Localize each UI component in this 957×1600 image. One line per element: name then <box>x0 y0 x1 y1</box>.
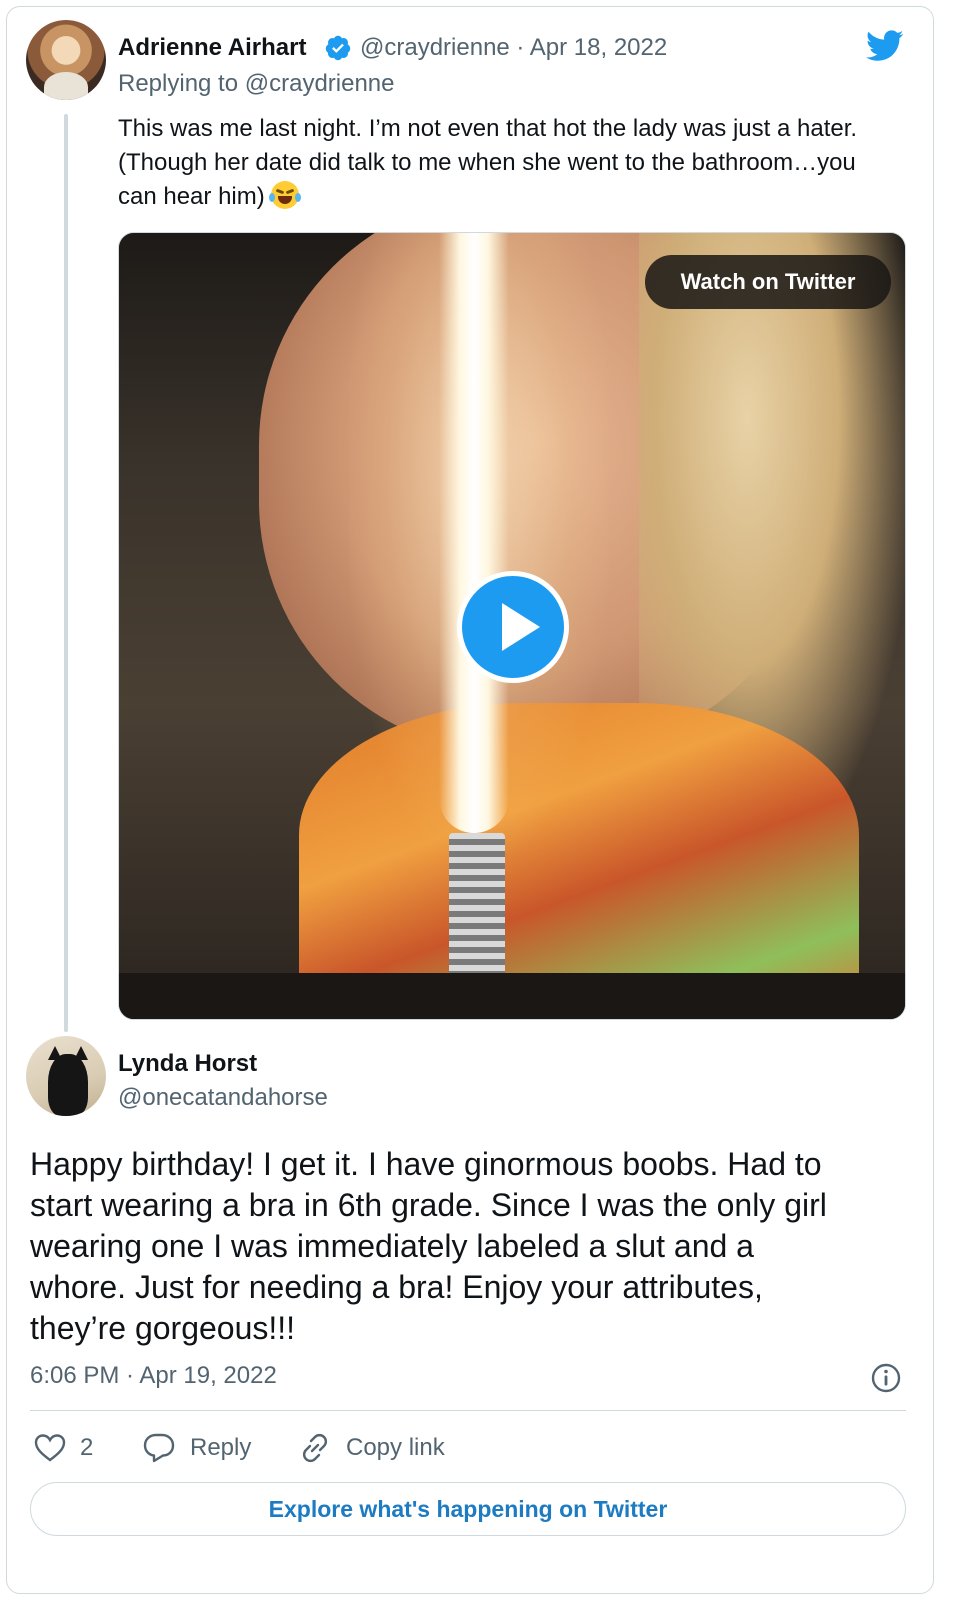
replying-to-label[interactable]: Replying to @craydrienne <box>118 70 395 98</box>
watch-on-twitter-button[interactable]: Watch on Twitter <box>645 255 891 309</box>
thread-connector-line <box>64 114 68 1032</box>
speech-bubble-icon <box>143 1433 175 1463</box>
like-count: 2 <box>80 1434 94 1461</box>
divider <box>30 1410 906 1411</box>
reply-label: Reply <box>190 1434 252 1461</box>
tweet-timestamp[interactable]: 6:06 PM · Apr 19, 2022 <box>30 1362 277 1390</box>
reply-tweet-text: Happy birthday! I get it. I have ginormo… <box>30 1146 827 1346</box>
explore-twitter-button[interactable]: Explore what's happening on Twitter <box>30 1482 906 1536</box>
info-icon[interactable] <box>870 1362 902 1394</box>
reply-button[interactable]: Reply <box>142 1428 251 1468</box>
twitter-bird-icon[interactable] <box>866 30 904 62</box>
avatar-adrienne-airhart[interactable] <box>26 20 106 100</box>
like-button[interactable]: 2 <box>34 1428 93 1468</box>
copy-link-button[interactable]: Copy link <box>298 1428 445 1468</box>
copy-link-label: Copy link <box>346 1434 445 1461</box>
tweet-text: This was me last night. I’m not even tha… <box>118 112 918 214</box>
reply-author-name[interactable]: Lynda Horst <box>118 1050 257 1078</box>
reply-author-handle[interactable]: @onecatandahorse <box>118 1084 328 1112</box>
verified-badge-icon <box>325 35 351 61</box>
face-with-tears-of-joy-emoji-icon <box>269 181 302 209</box>
author-name[interactable]: Adrienne Airhart <box>118 34 306 62</box>
avatar-lynda-horst[interactable] <box>26 1036 106 1116</box>
heart-icon <box>34 1434 66 1462</box>
video-thumbnail[interactable]: Watch on Twitter <box>118 232 906 1020</box>
play-icon[interactable] <box>457 571 569 683</box>
link-icon <box>302 1433 328 1463</box>
tweet-text-body: This was me last night. I’m not even tha… <box>118 115 858 210</box>
author-handle-and-date[interactable]: @craydrienne · Apr 18, 2022 <box>360 34 667 62</box>
